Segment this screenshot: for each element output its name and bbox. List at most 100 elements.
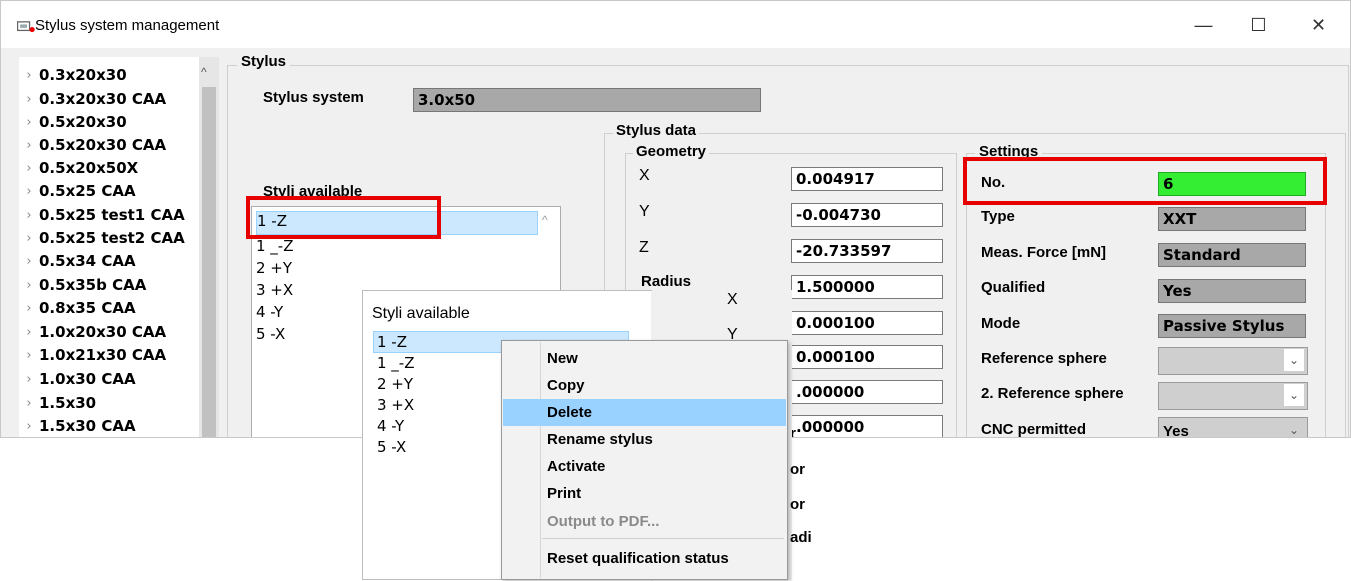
tree-item[interactable]: › 1.0x20x30 CAA xyxy=(19,320,166,344)
stylus-system-label: Stylus system xyxy=(263,89,364,106)
tree-item[interactable]: › 0.8x35 CAA xyxy=(19,296,135,320)
chevron-down-icon[interactable]: ⌄ xyxy=(1284,419,1304,437)
force-label: Meas. Force [mN] xyxy=(981,244,1107,261)
partial-label: or xyxy=(790,496,805,513)
tree-item[interactable]: › 0.5x25 test1 CAA xyxy=(19,203,184,227)
chevron-right-icon[interactable]: › xyxy=(19,138,39,153)
chevron-right-icon[interactable]: › xyxy=(19,325,39,340)
list-item[interactable]: 1 _-Z xyxy=(256,237,294,255)
tree-item[interactable]: › 0.5x25 test2 CAA xyxy=(19,226,184,250)
stylus-system-field: 3.0x50 xyxy=(413,88,761,112)
window-title: Stylus system management xyxy=(35,17,220,34)
chevron-right-icon[interactable]: › xyxy=(19,348,39,363)
radius-label: Radius xyxy=(641,273,692,290)
tree-item[interactable]: › 0.5x20x30 xyxy=(19,110,126,134)
chevron-right-icon[interactable]: › xyxy=(19,396,39,411)
chevron-right-icon[interactable]: › xyxy=(19,231,39,246)
z-field[interactable]: -20.733597 xyxy=(791,239,943,263)
chevron-down-icon[interactable]: ⌄ xyxy=(1284,349,1304,371)
tree-item[interactable]: › 0.5x34 CAA xyxy=(19,249,135,273)
list-item[interactable]: 1 -Z xyxy=(377,333,407,351)
list-item[interactable]: 5 -X xyxy=(256,325,285,343)
cnc-permitted-combo[interactable]: Yes ⌄ xyxy=(1158,417,1308,437)
scroll-up-icon[interactable]: ^ xyxy=(201,65,207,79)
list-item[interactable]: 4 -Y xyxy=(256,303,283,321)
chevron-right-icon[interactable]: › xyxy=(19,184,39,199)
title-bar: Stylus system management — ☐ ✕ xyxy=(1,1,1350,48)
list-item[interactable]: 3 +X xyxy=(377,396,414,414)
highlight-box xyxy=(246,196,441,239)
reference-sphere-label: Reference sphere xyxy=(981,350,1107,367)
menu-item-activate[interactable]: Activate xyxy=(503,453,786,480)
app-icon xyxy=(17,21,35,33)
geometry-field[interactable]: .000000 xyxy=(791,415,943,437)
tree-item[interactable]: › 0.3x20x30 xyxy=(19,63,126,87)
tree-scrollbar[interactable]: ^ xyxy=(199,57,219,437)
stylus-system-tree[interactable]: › 0.3x20x30 › 0.3x20x30 CAA › 0.5x20x30 › 0.… xyxy=(19,57,219,437)
radius-field[interactable]: 1.500000 xyxy=(791,275,943,299)
chevron-down-icon[interactable]: ⌄ xyxy=(1284,384,1304,406)
tree-item[interactable]: › 0.5x20x50X xyxy=(19,156,138,180)
qualified-label: Qualified xyxy=(981,279,1046,296)
tree-item[interactable]: › 0.5x20x30 CAA xyxy=(19,133,166,157)
stylus-group-label: Stylus xyxy=(237,53,291,70)
force-field: Standard xyxy=(1158,243,1306,267)
chevron-right-icon[interactable]: › xyxy=(19,92,39,107)
chevron-right-icon[interactable]: › xyxy=(19,301,39,316)
geometry-field[interactable]: .000000 xyxy=(791,380,943,404)
partial-label: X xyxy=(727,291,738,308)
list-item[interactable]: 3 +X xyxy=(256,281,293,299)
geometry-field[interactable]: 0.000100 xyxy=(791,345,943,369)
menu-item-new[interactable]: New xyxy=(503,345,786,372)
tree-item[interactable]: › 1.5x30 CAA xyxy=(19,414,135,437)
maximize-button[interactable]: ☐ xyxy=(1236,9,1281,41)
menu-item-output-pdf[interactable]: Output to PDF... xyxy=(503,508,786,535)
tree-item[interactable]: › 0.5x25 CAA xyxy=(19,179,135,203)
list-item[interactable]: 4 -Y xyxy=(377,417,404,435)
chevron-right-icon[interactable]: › xyxy=(19,254,39,269)
scroll-thumb[interactable] xyxy=(202,87,216,437)
context-menu: New Copy Delete Rename stylus Activate P… xyxy=(501,340,788,580)
list-item[interactable]: 2 +Y xyxy=(377,375,413,393)
y-field[interactable]: -0.004730 xyxy=(791,203,943,227)
chevron-right-icon[interactable]: › xyxy=(19,68,39,83)
reference-sphere-2-combo[interactable]: ⌄ xyxy=(1158,382,1308,410)
cnc-permitted-label: CNC permitted xyxy=(981,421,1087,438)
x-field[interactable]: 0.004917 xyxy=(791,167,943,191)
list-item[interactable]: 1 _-Z xyxy=(377,354,415,372)
menu-item-copy[interactable]: Copy xyxy=(503,372,786,399)
menu-item-delete[interactable]: Delete xyxy=(503,399,786,426)
highlight-box xyxy=(963,157,1327,205)
stylus-data-label: Stylus data xyxy=(613,122,700,139)
chevron-right-icon[interactable]: › xyxy=(19,278,39,293)
partial-label: or xyxy=(790,461,805,478)
type-label: Type xyxy=(981,208,1015,225)
close-button[interactable]: ✕ xyxy=(1296,9,1341,41)
chevron-right-icon[interactable]: › xyxy=(19,372,39,387)
chevron-right-icon[interactable]: › xyxy=(19,115,39,130)
list-item[interactable]: 5 -X xyxy=(377,438,406,456)
scroll-up-icon[interactable]: ^ xyxy=(542,213,548,227)
tree-item[interactable]: › 0.5x35b CAA xyxy=(19,273,146,297)
menu-item-reset-qualification[interactable]: Reset qualification status xyxy=(503,545,786,572)
mode-label: Mode xyxy=(981,315,1021,332)
chevron-right-icon[interactable]: › xyxy=(19,208,39,223)
qualified-field: Yes xyxy=(1158,279,1306,303)
tree-item[interactable]: › 1.5x30 xyxy=(19,391,96,415)
reference-sphere-combo[interactable]: ⌄ xyxy=(1158,347,1308,375)
tree-item[interactable]: › 1.0x21x30 CAA xyxy=(19,343,166,367)
chevron-right-icon[interactable]: › xyxy=(19,161,39,176)
chevron-right-icon[interactable]: › xyxy=(19,419,39,434)
minimize-button[interactable]: — xyxy=(1181,9,1226,41)
geometry-label: Geometry xyxy=(633,143,710,160)
reference-sphere-2-label: 2. Reference sphere xyxy=(981,385,1124,402)
y-label: Y xyxy=(639,203,650,220)
menu-item-print[interactable]: Print xyxy=(503,480,786,507)
z-label: Z xyxy=(639,239,649,256)
list-item[interactable]: 2 +Y xyxy=(256,259,292,277)
type-field: XXT xyxy=(1158,207,1306,231)
geometry-field[interactable]: 0.000100 xyxy=(791,311,943,335)
tree-item[interactable]: › 1.0x30 CAA xyxy=(19,367,135,391)
menu-item-rename[interactable]: Rename stylus xyxy=(503,426,786,453)
tree-item[interactable]: › 0.3x20x30 CAA xyxy=(19,87,166,111)
